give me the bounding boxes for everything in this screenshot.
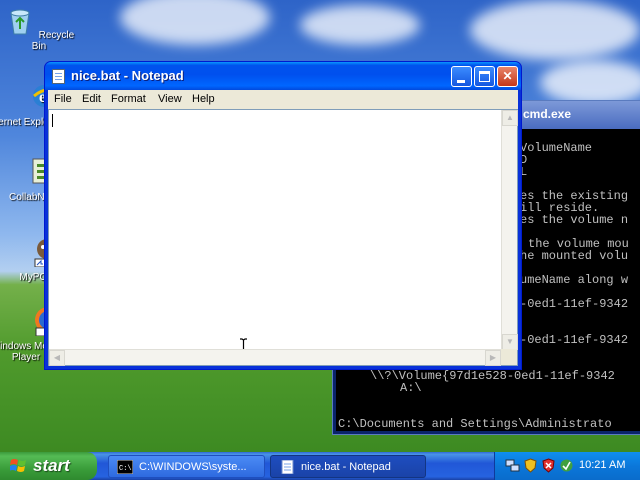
windows-flag-icon xyxy=(10,459,26,472)
start-button[interactable]: start xyxy=(0,452,97,480)
menu-bar: File Edit Format View Help xyxy=(48,90,518,109)
window-title: nice.bat - Notepad xyxy=(71,68,184,83)
scroll-down-arrow-icon[interactable]: ▼ xyxy=(502,334,518,350)
cloud xyxy=(300,5,420,45)
scroll-up-arrow-icon[interactable]: ▲ xyxy=(502,110,518,126)
resize-grip-icon[interactable] xyxy=(501,349,517,365)
cloud xyxy=(120,0,270,45)
clock[interactable]: 10:21 AM xyxy=(579,459,625,471)
cmd-line: -0ed1-11ef-9342 xyxy=(520,333,629,347)
scroll-left-arrow-icon[interactable]: ◀ xyxy=(49,350,65,366)
start-label: start xyxy=(33,456,70,475)
cloud xyxy=(540,60,640,105)
notepad-icon xyxy=(52,69,65,84)
scroll-right-arrow-icon[interactable]: ▶ xyxy=(485,350,501,366)
desktop-icon-label: MyPC xyxy=(19,272,47,283)
cmd-prompt: C:\Documents and Settings\Administrato xyxy=(338,417,612,431)
text-caret xyxy=(52,114,53,127)
security-alert-icon[interactable] xyxy=(541,458,556,473)
menu-help[interactable]: Help xyxy=(192,93,215,105)
task-label: C:\WINDOWS\syste... xyxy=(139,461,247,473)
recycle-bin-icon xyxy=(10,9,30,35)
notepad-icon xyxy=(281,460,294,474)
horizontal-scrollbar[interactable]: ◀ ▶ xyxy=(49,349,501,366)
maximize-button[interactable] xyxy=(474,66,495,87)
desktop: Recycle Bin e Internet Explorer CollabNe… xyxy=(0,0,640,452)
task-label: nice.bat - Notepad xyxy=(301,461,391,473)
taskbar-item-cmd[interactable]: C:\ C:\WINDOWS\syste... xyxy=(108,455,265,478)
minimize-button[interactable] xyxy=(451,66,472,87)
menu-edit[interactable]: Edit xyxy=(82,93,101,105)
security-shield-icon[interactable] xyxy=(523,458,538,473)
cmd-line: -0ed1-11ef-9342 xyxy=(520,297,629,311)
menu-view[interactable]: View xyxy=(158,93,182,105)
cmd-icon: C:\ xyxy=(117,460,133,474)
menu-file[interactable]: File xyxy=(54,93,72,105)
notepad-title-bar[interactable]: nice.bat - Notepad ✕ xyxy=(45,62,521,90)
cmd-line: VolumeName xyxy=(520,141,593,155)
menu-format[interactable]: Format xyxy=(111,93,146,105)
cmd-line: es the volume n xyxy=(520,213,629,227)
system-tray: 10:21 AM xyxy=(494,452,640,480)
vertical-scrollbar[interactable]: ▲ ▼ xyxy=(501,110,518,350)
cloud xyxy=(470,0,640,60)
taskbar-item-notepad[interactable]: nice.bat - Notepad xyxy=(270,455,426,478)
maximize-icon xyxy=(479,71,490,82)
desktop-icon-recycle-bin[interactable]: Recycle Bin xyxy=(0,4,78,52)
close-button[interactable]: ✕ xyxy=(497,66,518,87)
minimize-icon xyxy=(457,80,465,83)
update-icon[interactable] xyxy=(559,458,574,473)
cmd-line: A:\ xyxy=(400,381,422,395)
cmd-line: he mounted volu xyxy=(520,249,629,263)
notepad-window[interactable]: nice.bat - Notepad ✕ File Edit Format Vi… xyxy=(44,61,522,370)
taskbar: start C:\ C:\WINDOWS\syste... nice.bat -… xyxy=(0,452,640,480)
text-editor[interactable]: ▲ ▼ ◀ ▶ xyxy=(48,109,518,366)
close-icon: ✕ xyxy=(502,69,513,83)
cmd-line: umeName along w xyxy=(520,273,629,287)
network-icon[interactable] xyxy=(505,458,520,473)
svg-text:C:\: C:\ xyxy=(119,465,132,473)
desktop-icon-label: Recycle Bin xyxy=(31,30,75,52)
